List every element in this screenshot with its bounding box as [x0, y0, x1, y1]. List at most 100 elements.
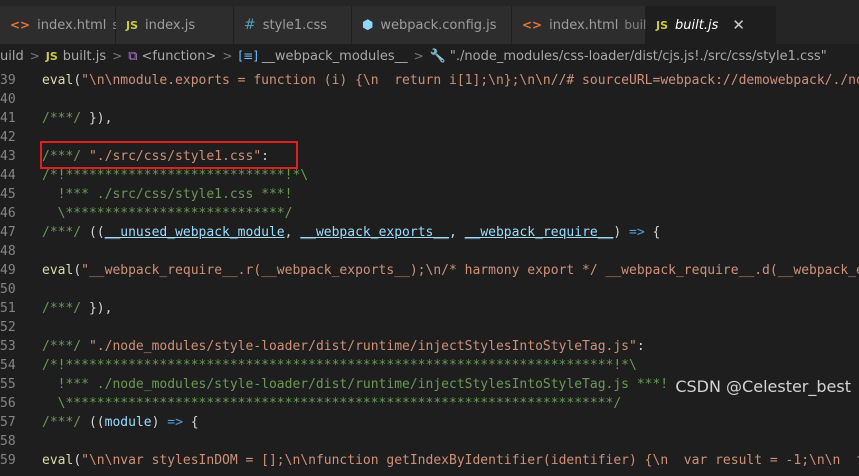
variable-symbol-icon: [≡]	[238, 49, 258, 63]
line-number: 59	[0, 453, 16, 468]
code-text: /***/ }),	[42, 299, 112, 318]
line-number: 48	[0, 244, 16, 259]
code-token: ,	[449, 225, 465, 240]
line-number: 39	[0, 73, 16, 88]
code-line: 44 /*!****************************!*\	[0, 166, 859, 185]
code-line: 45 !*** ./src/css/style1.css ***!	[0, 185, 859, 204]
code-text: /***/ }),	[42, 109, 112, 128]
tab-label: index.html	[549, 17, 619, 33]
breadcrumb-item[interactable]: 🔧 "./node_modules/css-loader/dist/cjs.js!…	[430, 49, 827, 64]
csdn-watermark: CSDN @Celester_best	[675, 377, 851, 396]
code-token: "\n\nmodule.exports = function (i) {\n r…	[81, 73, 859, 88]
breadcrumb-item[interactable]: [≡] __webpack_modules__	[238, 49, 407, 64]
tab-style1-css[interactable]: # style1.css	[234, 6, 352, 44]
code-token: ,	[284, 225, 301, 240]
code-token: "__webpack_require__.r(__webpack_exports…	[81, 263, 859, 278]
webpack-icon: ⬢	[362, 17, 374, 33]
code-line: 49 eval("__webpack_require__.r(__webpack_…	[0, 261, 859, 280]
line-number: 40	[0, 92, 16, 107]
js-file-icon: JS	[45, 49, 58, 63]
chevron-right-icon: >	[29, 49, 40, 63]
code-token: =>	[629, 225, 645, 240]
close-icon[interactable]: ✕	[732, 16, 745, 34]
breadcrumb-item[interactable]: JS built.js	[46, 49, 106, 64]
code-text: !*** ./node_modules/style-loader/dist/ru…	[42, 375, 669, 394]
line-number: 56	[0, 396, 16, 411]
line-number: 44	[0, 168, 16, 183]
tab-built-js[interactable]: JS built.js ✕	[646, 6, 776, 44]
tab-index-html-build[interactable]: <> index.html build	[512, 6, 654, 44]
code-token: eval	[42, 263, 74, 278]
code-token: :	[636, 339, 645, 354]
line-number: 51	[0, 301, 16, 316]
code-token: /***/	[42, 301, 89, 316]
code-line: 46 \****************************/	[0, 204, 859, 223]
code-token: __webpack_require__	[464, 225, 614, 240]
js-file-icon: JS	[126, 18, 139, 32]
code-token: /***/	[42, 339, 89, 354]
code-token: (	[73, 453, 82, 468]
code-line: 41 /***/ }),	[0, 109, 859, 128]
code-token: :	[261, 149, 269, 164]
tab-label: style1.css	[262, 17, 328, 33]
code-line: 39 eval("\n\nmodule.exports = function (i…	[0, 71, 859, 90]
line-number: 57	[0, 415, 16, 430]
code-token: module	[104, 415, 152, 430]
code-text: eval("\n\nmodule.exports = function (i) …	[42, 71, 859, 90]
code-token: /*!*************************************…	[42, 358, 637, 373]
tab-webpack-config-js[interactable]: ⬢ webpack.config.js	[352, 6, 512, 44]
line-number: 55	[0, 377, 16, 392]
line-number: 53	[0, 339, 16, 354]
tab-label: built.js	[675, 17, 719, 33]
code-text: eval("\n\nvar stylesInDOM = [];\n\nfunct…	[42, 451, 859, 470]
code-token: /***/	[42, 415, 89, 430]
code-text: /***/ "./node_modules/style-loader/dist/…	[42, 337, 645, 356]
code-text: \***************************************…	[42, 394, 622, 413]
code-token: __webpack_exports__	[300, 225, 450, 240]
line-number: 50	[0, 282, 16, 297]
tab-label: index.html	[37, 17, 107, 33]
code-text: /*!****************************!*\	[42, 166, 308, 185]
tab-index-js[interactable]: JS index.js	[116, 6, 234, 44]
css-file-icon: #	[244, 17, 256, 33]
code-line: 51 /***/ }),	[0, 299, 859, 318]
code-token: /***/	[42, 149, 89, 164]
code-token: ((	[88, 225, 105, 240]
code-line: 40	[0, 90, 859, 109]
code-token: ((	[88, 415, 105, 430]
code-token: /***/	[42, 111, 89, 126]
code-token: }),	[88, 111, 113, 126]
tab-index-html-src[interactable]: <>index.htmlsrc	[0, 6, 130, 44]
code-token: {	[182, 415, 199, 430]
code-token: )	[613, 225, 630, 240]
code-token: !*** ./src/css/style1.css ***!	[42, 187, 293, 202]
code-line: 50	[0, 280, 859, 299]
code-token: (	[73, 263, 82, 278]
code-token: "\n\nvar stylesInDOM = [];\n\nfunction g…	[81, 453, 859, 468]
line-number: 52	[0, 320, 16, 335]
tab-label: webpack.config.js	[380, 17, 497, 33]
breadcrumb-item[interactable]: uild	[0, 49, 24, 64]
code-line: 58	[0, 432, 859, 451]
code-token: __unused_webpack_module	[104, 225, 285, 240]
line-number: 41	[0, 111, 16, 126]
property-symbol-icon: 🔧	[429, 48, 446, 64]
code-token: (	[73, 73, 82, 88]
code-editor[interactable]: 39 eval("\n\nmodule.exports = function (i…	[0, 68, 859, 476]
code-token: {	[644, 225, 661, 240]
html-file-icon: <>	[522, 18, 543, 32]
breadcrumb-item[interactable]: ⧉ <function>	[128, 49, 216, 64]
breadcrumb-label: <function>	[141, 48, 217, 64]
editor-tab-bar: <>index.htmlsrcJSindex.js # style1.css ⬢ web…	[0, 6, 859, 44]
code-token: =>	[167, 415, 183, 430]
code-token: "./node_modules/style-loader/dist/runtim…	[88, 339, 637, 354]
code-token: /***/	[42, 225, 89, 240]
code-line: 43 /***/ "./src/css/style1.css":	[0, 147, 859, 166]
code-token: \***************************************…	[42, 396, 622, 411]
code-line: 54 /*!***********************************…	[0, 356, 859, 375]
line-number: 58	[0, 434, 16, 449]
code-token: !*** ./node_modules/style-loader/dist/ru…	[42, 377, 669, 392]
code-text: /*!*************************************…	[42, 356, 637, 375]
line-number: 42	[0, 130, 16, 145]
line-number: 45	[0, 187, 16, 202]
